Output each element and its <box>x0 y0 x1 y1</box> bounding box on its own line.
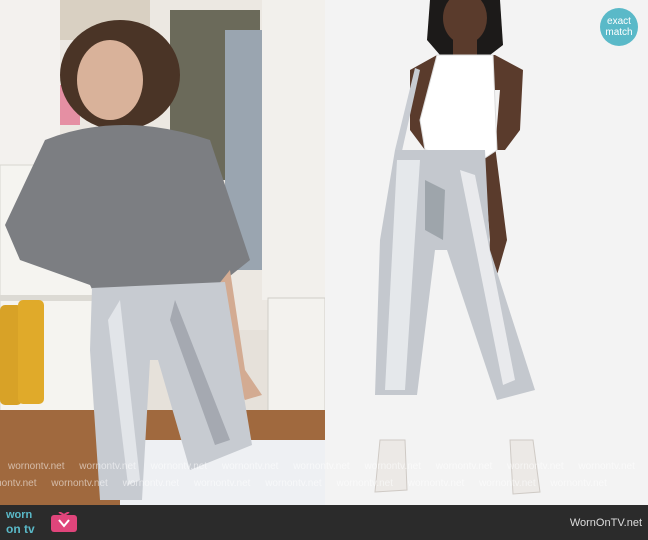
tv-icon <box>51 512 77 532</box>
badge-line-2: match <box>605 27 633 38</box>
watermark-text: wornontv.net <box>193 478 251 489</box>
watermark-row-1: wornontv.net wornontv.net wornontv.net w… <box>0 461 648 475</box>
watermark-text: wornontv.net <box>578 461 635 472</box>
watermark-text: wornontv.net <box>0 478 37 489</box>
watermark-text: wornontv.net <box>507 461 564 472</box>
watermark-text: wornontv.net <box>364 461 421 472</box>
logo-text-top: worn <box>6 509 33 521</box>
site-name[interactable]: WornOnTV.net <box>570 517 642 529</box>
watermark-text: wornontv.net <box>8 461 65 472</box>
right-photo-illustration <box>325 0 648 505</box>
watermark-text: wornontv.net <box>265 478 322 489</box>
watermark-text: wornontv.net <box>79 461 136 472</box>
watermark-text: wornontv.net <box>435 461 493 472</box>
watermark-text: wornontv.net <box>293 461 350 472</box>
left-photo <box>0 0 325 505</box>
wornontv-logo[interactable]: worn on tv <box>6 509 86 537</box>
watermark-text: wornontv.net <box>407 478 465 489</box>
badge-line-1: exact <box>607 16 631 27</box>
watermark-text: wornontv.net <box>336 478 393 489</box>
watermark-text: wornontv.net <box>550 478 607 489</box>
left-photo-illustration <box>0 0 325 505</box>
watermark-text: wornontv.net <box>51 478 108 489</box>
logo-text-bottom: on tv <box>6 522 35 536</box>
watermark-text: wornontv.net <box>221 461 279 472</box>
watermark-text: wornontv.net <box>122 478 180 489</box>
right-photo <box>325 0 648 505</box>
watermark-row-2: wornontv.net wornontv.net wornontv.net w… <box>0 478 648 492</box>
footer-bar: worn on tv WornOnTV.net <box>0 505 648 540</box>
watermark-text: wornontv.net <box>150 461 208 472</box>
watermark-text: wornontv.net <box>479 478 536 489</box>
exact-match-badge: exact match <box>600 8 638 46</box>
